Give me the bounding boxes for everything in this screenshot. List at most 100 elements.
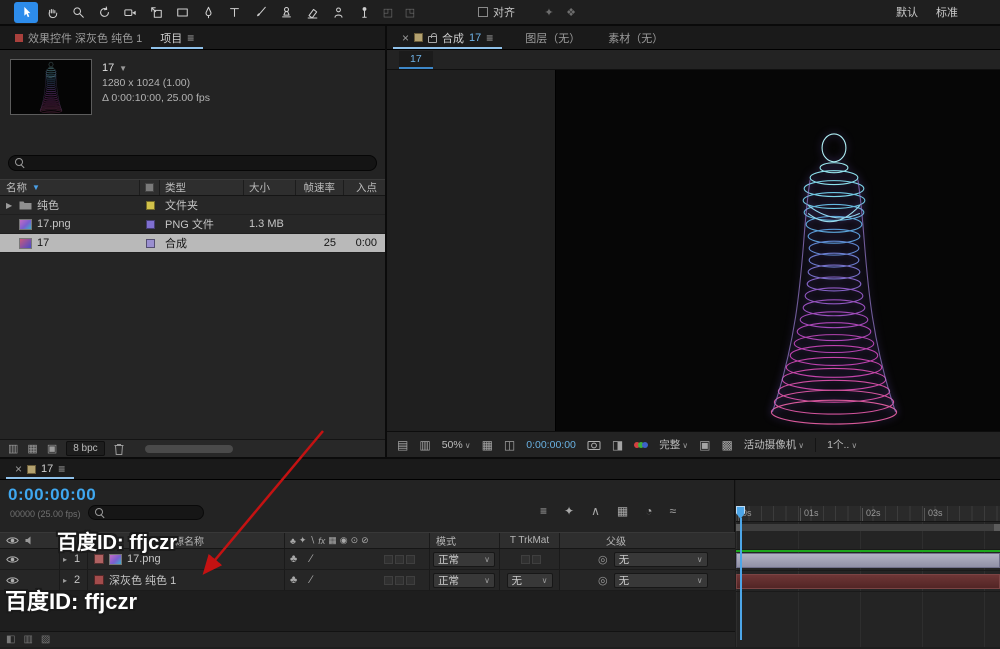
viewer-timecode[interactable]: 0:00:00:00 <box>526 439 576 451</box>
trkmat-select[interactable]: 无 ∨ <box>507 573 553 588</box>
quality-slash-icon[interactable]: ∕ <box>310 553 312 565</box>
timeline-tab[interactable]: × 17 ≡ <box>6 459 74 479</box>
orbit-camera-tool-icon[interactable] <box>92 2 116 23</box>
transparency-grid-icon[interactable]: ▩ <box>721 438 732 452</box>
switch-box[interactable] <box>395 555 404 564</box>
quality-slash-icon[interactable]: ∕ <box>310 574 312 586</box>
tab-project[interactable]: 项目 ≡ <box>151 26 203 49</box>
twirl-icon[interactable]: ▸ <box>63 555 71 564</box>
camera-select[interactable]: 活动摄像机∨ <box>744 437 804 452</box>
resolution-select[interactable]: 完整∨ <box>659 437 688 452</box>
horizontal-scrollbar[interactable] <box>145 445 233 453</box>
layer-label-chip[interactable] <box>94 554 104 564</box>
mask-feather-icon[interactable]: ✦ <box>539 6 559 19</box>
current-timecode[interactable]: 0:00:00:00 <box>8 485 96 505</box>
project-bit-depth[interactable]: 8 bpc <box>66 441 104 456</box>
brush-tool-icon[interactable] <box>248 2 272 23</box>
quality-toggle-icon[interactable]: ♣ <box>290 553 297 565</box>
switch-box[interactable] <box>521 555 530 564</box>
mask-visibility-icon[interactable]: ◫ <box>504 438 515 452</box>
eye-icon[interactable] <box>6 555 19 564</box>
panel-menu-icon[interactable]: ≡ <box>187 31 194 45</box>
layer-bar-1[interactable] <box>736 553 1000 568</box>
timeline-track-area[interactable]: 0s 01s 02s 03s <box>736 480 1000 647</box>
tab-effect-controls[interactable]: 效果控件 深灰色 纯色 1 <box>6 26 151 49</box>
preview-monitor-icon[interactable]: ▤ <box>397 438 408 452</box>
column-size[interactable]: 大小 <box>244 180 296 195</box>
hand-tool-icon[interactable] <box>40 2 64 23</box>
sort-icon[interactable]: ▼ <box>32 183 40 192</box>
column-label[interactable] <box>140 180 160 195</box>
close-icon[interactable]: × <box>402 31 409 45</box>
tab-composition[interactable]: × 合成 17 ≡ <box>393 26 502 49</box>
panel-menu-icon[interactable]: ≡ <box>58 462 65 476</box>
column-type[interactable]: 类型 <box>160 180 244 195</box>
expand-transfer-controls-icon[interactable]: ◧ <box>6 634 15 645</box>
show-snapshot-icon[interactable]: ◨ <box>612 438 623 452</box>
region-of-interest-icon[interactable]: ▣ <box>699 438 710 452</box>
grid-guides-icon[interactable]: ▦ <box>482 438 493 452</box>
item-flyout-icon[interactable]: ▼ <box>119 64 127 73</box>
eye-icon[interactable] <box>6 576 19 585</box>
timeline-search-input[interactable] <box>88 505 204 520</box>
switch-box[interactable] <box>406 555 415 564</box>
type-tool-icon[interactable] <box>222 2 246 23</box>
selection-tool-icon[interactable] <box>14 2 38 23</box>
delete-icon[interactable] <box>114 443 124 455</box>
expand-inout-panes-icon[interactable]: ▨ <box>41 634 50 645</box>
label-chip[interactable] <box>146 201 155 210</box>
parent-header[interactable]: 父级 <box>606 533 626 548</box>
interpret-footage-icon[interactable]: ▥ <box>8 442 18 455</box>
motion-blur-icon[interactable]: ◔ <box>645 504 652 518</box>
composition-viewport[interactable] <box>387 70 1000 431</box>
audio-icon[interactable] <box>25 536 34 545</box>
pickwhip-icon[interactable]: ◎ <box>598 574 608 587</box>
label-chip[interactable] <box>146 220 155 229</box>
shy-layers-icon[interactable]: ∧ <box>591 504 600 518</box>
switch-box[interactable] <box>384 555 393 564</box>
project-row-footage[interactable]: 17.png PNG 文件 1.3 MB <box>0 215 385 234</box>
mask-expansion-icon[interactable]: ❖ <box>561 6 581 19</box>
expand-layer-switches-icon[interactable]: ▥ <box>23 634 32 645</box>
blend-mode-select[interactable]: 正常 ∨ <box>433 552 495 567</box>
shape-tool-icon[interactable] <box>170 2 194 23</box>
tab-layer[interactable]: 图层（无） <box>516 26 589 49</box>
workspace-standard-button[interactable]: 标准 <box>928 2 966 22</box>
snap-checkbox[interactable] <box>478 7 488 17</box>
eye-icon[interactable] <box>6 536 19 545</box>
quality-toggle-icon[interactable]: ♣ <box>290 574 297 586</box>
panel-menu-icon[interactable]: ≡ <box>486 31 493 45</box>
layer-row-2[interactable]: ▸ 2 深灰色 纯色 1 ♣ ∕ <box>0 570 735 591</box>
close-icon[interactable]: × <box>15 462 22 476</box>
graph-editor-icon[interactable]: ≈ <box>669 504 676 518</box>
switch-box[interactable] <box>395 576 404 585</box>
world-axis-mode-icon[interactable]: ◳ <box>400 6 420 19</box>
work-area-bar[interactable] <box>736 524 1000 531</box>
pen-tool-icon[interactable] <box>196 2 220 23</box>
channels-icon[interactable] <box>634 442 648 448</box>
project-search-input[interactable] <box>8 155 377 171</box>
work-area-end-handle[interactable] <box>994 524 1000 531</box>
new-composition-icon[interactable]: ▣ <box>47 442 57 455</box>
snapshot-icon[interactable] <box>587 440 601 450</box>
pickwhip-icon[interactable]: ◎ <box>598 553 608 566</box>
source-name-header[interactable]: 源名称 <box>174 533 204 548</box>
switch-box[interactable] <box>384 576 393 585</box>
project-row-folder[interactable]: ▶ 纯色 文件夹 <box>0 196 385 215</box>
twirl-icon[interactable]: ▸ <box>63 576 71 585</box>
column-name[interactable]: 名称 ▼ <box>0 180 140 195</box>
blend-mode-select[interactable]: 正常 ∨ <box>433 573 495 588</box>
new-folder-icon[interactable]: ▦ <box>27 442 37 455</box>
mode-header[interactable]: 模式 <box>436 533 456 548</box>
roto-brush-tool-icon[interactable] <box>326 2 350 23</box>
expand-icon[interactable]: ▶ <box>6 201 14 210</box>
comp-subtab[interactable]: 17 <box>399 51 433 69</box>
layer-label-chip[interactable] <box>94 575 104 585</box>
workspace-default-button[interactable]: 默认 <box>888 2 926 22</box>
tab-footage[interactable]: 素材（无） <box>599 26 672 49</box>
layer-bar-2[interactable] <box>736 574 1000 589</box>
pan-behind-tool-icon[interactable] <box>144 2 168 23</box>
layer-row-1[interactable]: ▸ 1 17.png ♣ ∕ <box>0 549 735 570</box>
label-chip[interactable] <box>146 239 155 248</box>
parent-select[interactable]: 无 ∨ <box>614 552 708 567</box>
